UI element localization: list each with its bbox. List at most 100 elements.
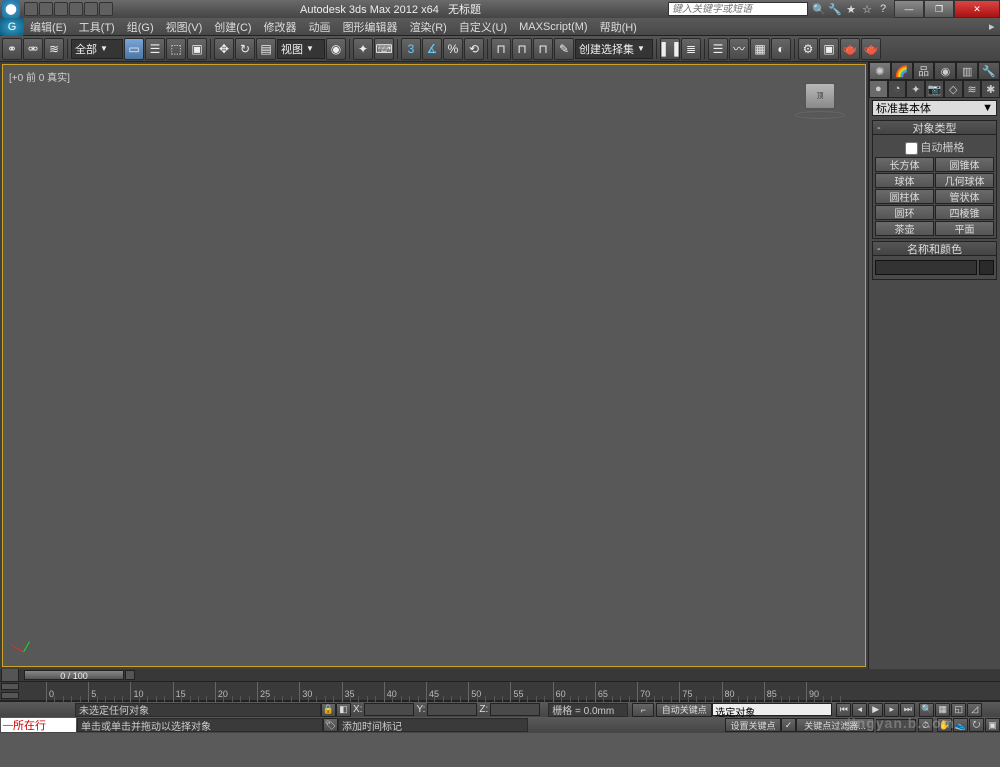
object-type-rollout[interactable]: -对象类型 bbox=[872, 120, 997, 135]
current-frame-input[interactable] bbox=[876, 719, 916, 732]
isolate-icon[interactable]: ◧ bbox=[336, 703, 351, 717]
app-menu-button[interactable]: G bbox=[0, 18, 24, 36]
magnet1-icon[interactable]: ⊓ bbox=[491, 38, 511, 60]
wrench-icon[interactable]: 🔧 bbox=[828, 2, 842, 16]
qat-undo-icon[interactable] bbox=[69, 2, 83, 16]
keyfilter-button[interactable]: 关键点过滤器... bbox=[796, 718, 874, 732]
motion-tab[interactable]: ◉ bbox=[934, 62, 956, 80]
angle-snap-icon[interactable]: ∡ bbox=[422, 38, 442, 60]
cameras-icon[interactable]: 📷 bbox=[925, 80, 944, 98]
select-region-icon[interactable]: ⬚ bbox=[166, 38, 186, 60]
lock-ui-icon[interactable] bbox=[1, 668, 19, 682]
qat-redo-icon[interactable] bbox=[84, 2, 98, 16]
menu-create[interactable]: 创建(C) bbox=[208, 19, 257, 35]
select-by-name-icon[interactable]: ☰ bbox=[145, 38, 165, 60]
goto-end-icon[interactable]: ⏭ bbox=[900, 703, 915, 717]
lights-icon[interactable]: ✦ bbox=[906, 80, 925, 98]
systems-icon[interactable]: ✱ bbox=[981, 80, 1000, 98]
display-tab[interactable]: ▥ bbox=[956, 62, 978, 80]
add-time-tag[interactable]: 添加时间标记 bbox=[338, 718, 528, 732]
fov-icon[interactable]: ◿ bbox=[967, 703, 982, 717]
qat-save-icon[interactable] bbox=[54, 2, 68, 16]
goto-start-icon[interactable]: ⏮ bbox=[836, 703, 851, 717]
primitive-平面[interactable]: 平面 bbox=[935, 221, 994, 236]
category-dropdown[interactable]: 标准基本体▼ bbox=[872, 100, 997, 116]
percent-snap-icon[interactable]: % bbox=[443, 38, 463, 60]
prev-frame-icon[interactable]: ◂ bbox=[852, 703, 867, 717]
qat-open-icon[interactable] bbox=[39, 2, 53, 16]
move-icon[interactable]: ✥ bbox=[214, 38, 234, 60]
render-frame-icon[interactable]: ▣ bbox=[819, 38, 839, 60]
zoom-ext-icon[interactable]: ◱ bbox=[951, 703, 966, 717]
modify-tab[interactable]: 🌈 bbox=[891, 62, 913, 80]
viewcube[interactable]: 顶 bbox=[805, 83, 835, 109]
menu-view[interactable]: 视图(V) bbox=[160, 19, 209, 35]
primitive-管状体[interactable]: 管状体 bbox=[935, 189, 994, 204]
close-button[interactable]: ✕ bbox=[954, 0, 1000, 18]
magnet3-icon[interactable]: ⊓ bbox=[533, 38, 553, 60]
setkey-button[interactable]: 设置关键点 bbox=[725, 718, 781, 732]
autogrid-checkbox[interactable]: 自动栅格 bbox=[875, 137, 994, 157]
render-prod-icon[interactable]: 🫖 bbox=[840, 38, 860, 60]
rotate-icon[interactable]: ↻ bbox=[235, 38, 255, 60]
time-slider-arrow-icon[interactable] bbox=[125, 670, 135, 680]
name-color-rollout[interactable]: -名称和颜色 bbox=[872, 241, 997, 256]
menu-group[interactable]: 组(G) bbox=[121, 19, 160, 35]
menu-graph[interactable]: 图形编辑器 bbox=[337, 19, 404, 35]
scale-icon[interactable]: ▤ bbox=[256, 38, 276, 60]
material-icon[interactable]: ◐ bbox=[771, 38, 791, 60]
star2-icon[interactable]: ☆ bbox=[860, 2, 874, 16]
keyboard-icon[interactable]: ⌨ bbox=[374, 38, 394, 60]
pivot-icon[interactable]: ◉ bbox=[326, 38, 346, 60]
menu-custom[interactable]: 自定义(U) bbox=[453, 19, 513, 35]
object-name-input[interactable] bbox=[875, 260, 977, 275]
primitive-几何球体[interactable]: 几何球体 bbox=[935, 173, 994, 188]
primitive-圆柱体[interactable]: 圆柱体 bbox=[875, 189, 934, 204]
mirror-icon[interactable]: ▌▐ bbox=[660, 38, 680, 60]
zoom-icon[interactable]: 🔍 bbox=[919, 703, 934, 717]
viewport-label[interactable]: [+0 前 0 真实] bbox=[9, 69, 70, 84]
utilities-tab[interactable]: 🔧 bbox=[978, 62, 1000, 80]
menu-modifier[interactable]: 修改器 bbox=[258, 19, 303, 35]
menu-tools[interactable]: 工具(T) bbox=[73, 19, 121, 35]
ruler-toggle1-icon[interactable] bbox=[1, 683, 19, 690]
menu-render[interactable]: 渲染(R) bbox=[404, 19, 453, 35]
magnet2-icon[interactable]: ⊓ bbox=[512, 38, 532, 60]
primitive-球体[interactable]: 球体 bbox=[875, 173, 934, 188]
play-icon[interactable]: ▶ bbox=[868, 703, 883, 717]
help-icon[interactable]: ? bbox=[876, 2, 890, 16]
spinner-snap-icon[interactable]: ⟲ bbox=[464, 38, 484, 60]
primitive-圆锥体[interactable]: 圆锥体 bbox=[935, 157, 994, 172]
unlink-icon[interactable]: ⚮ bbox=[23, 38, 43, 60]
autokey-button[interactable]: 自动关键点 bbox=[656, 703, 712, 717]
menu-help[interactable]: 帮助(H) bbox=[594, 19, 643, 35]
schematic-icon[interactable]: ▦ bbox=[750, 38, 770, 60]
window-crossing-icon[interactable]: ▣ bbox=[187, 38, 207, 60]
snap-icon[interactable]: 3 bbox=[401, 38, 421, 60]
key-target-dropdown[interactable]: 选定对象 bbox=[712, 703, 832, 716]
x-input[interactable] bbox=[364, 703, 414, 716]
ruler-toggle2-icon[interactable] bbox=[1, 692, 19, 699]
star-icon[interactable]: ★ bbox=[844, 2, 858, 16]
lock-selection-icon[interactable]: 🔒 bbox=[321, 703, 336, 717]
layers-icon[interactable]: ☰ bbox=[708, 38, 728, 60]
menu-maxscript[interactable]: MAXScript(M) bbox=[513, 21, 593, 33]
search-input[interactable] bbox=[668, 2, 808, 16]
viewcube-ring[interactable] bbox=[795, 111, 845, 119]
named-selection-dropdown[interactable]: 创建选择集▼ bbox=[575, 39, 653, 59]
menu-animation[interactable]: 动画 bbox=[303, 19, 337, 35]
geometry-icon[interactable]: ● bbox=[869, 80, 888, 98]
y-input[interactable] bbox=[427, 703, 477, 716]
orbit-icon[interactable]: ⭮ bbox=[969, 718, 984, 732]
create-tab[interactable]: ✺ bbox=[869, 62, 891, 80]
bind-icon[interactable]: ≋ bbox=[44, 38, 64, 60]
qat-new-icon[interactable] bbox=[24, 2, 38, 16]
time-ruler[interactable]: 051015202530354045505560657075808590 bbox=[0, 681, 1000, 701]
binoculars-icon[interactable]: 🔍 bbox=[812, 2, 826, 16]
primitive-长方体[interactable]: 长方体 bbox=[875, 157, 934, 172]
render-icon[interactable]: 🫖 bbox=[861, 38, 881, 60]
next-frame-icon[interactable]: ▸ bbox=[884, 703, 899, 717]
edit-sel-icon[interactable]: ✎ bbox=[554, 38, 574, 60]
hierarchy-tab[interactable]: 品 bbox=[913, 62, 935, 80]
time-slider[interactable]: 0 / 100 bbox=[24, 670, 124, 680]
